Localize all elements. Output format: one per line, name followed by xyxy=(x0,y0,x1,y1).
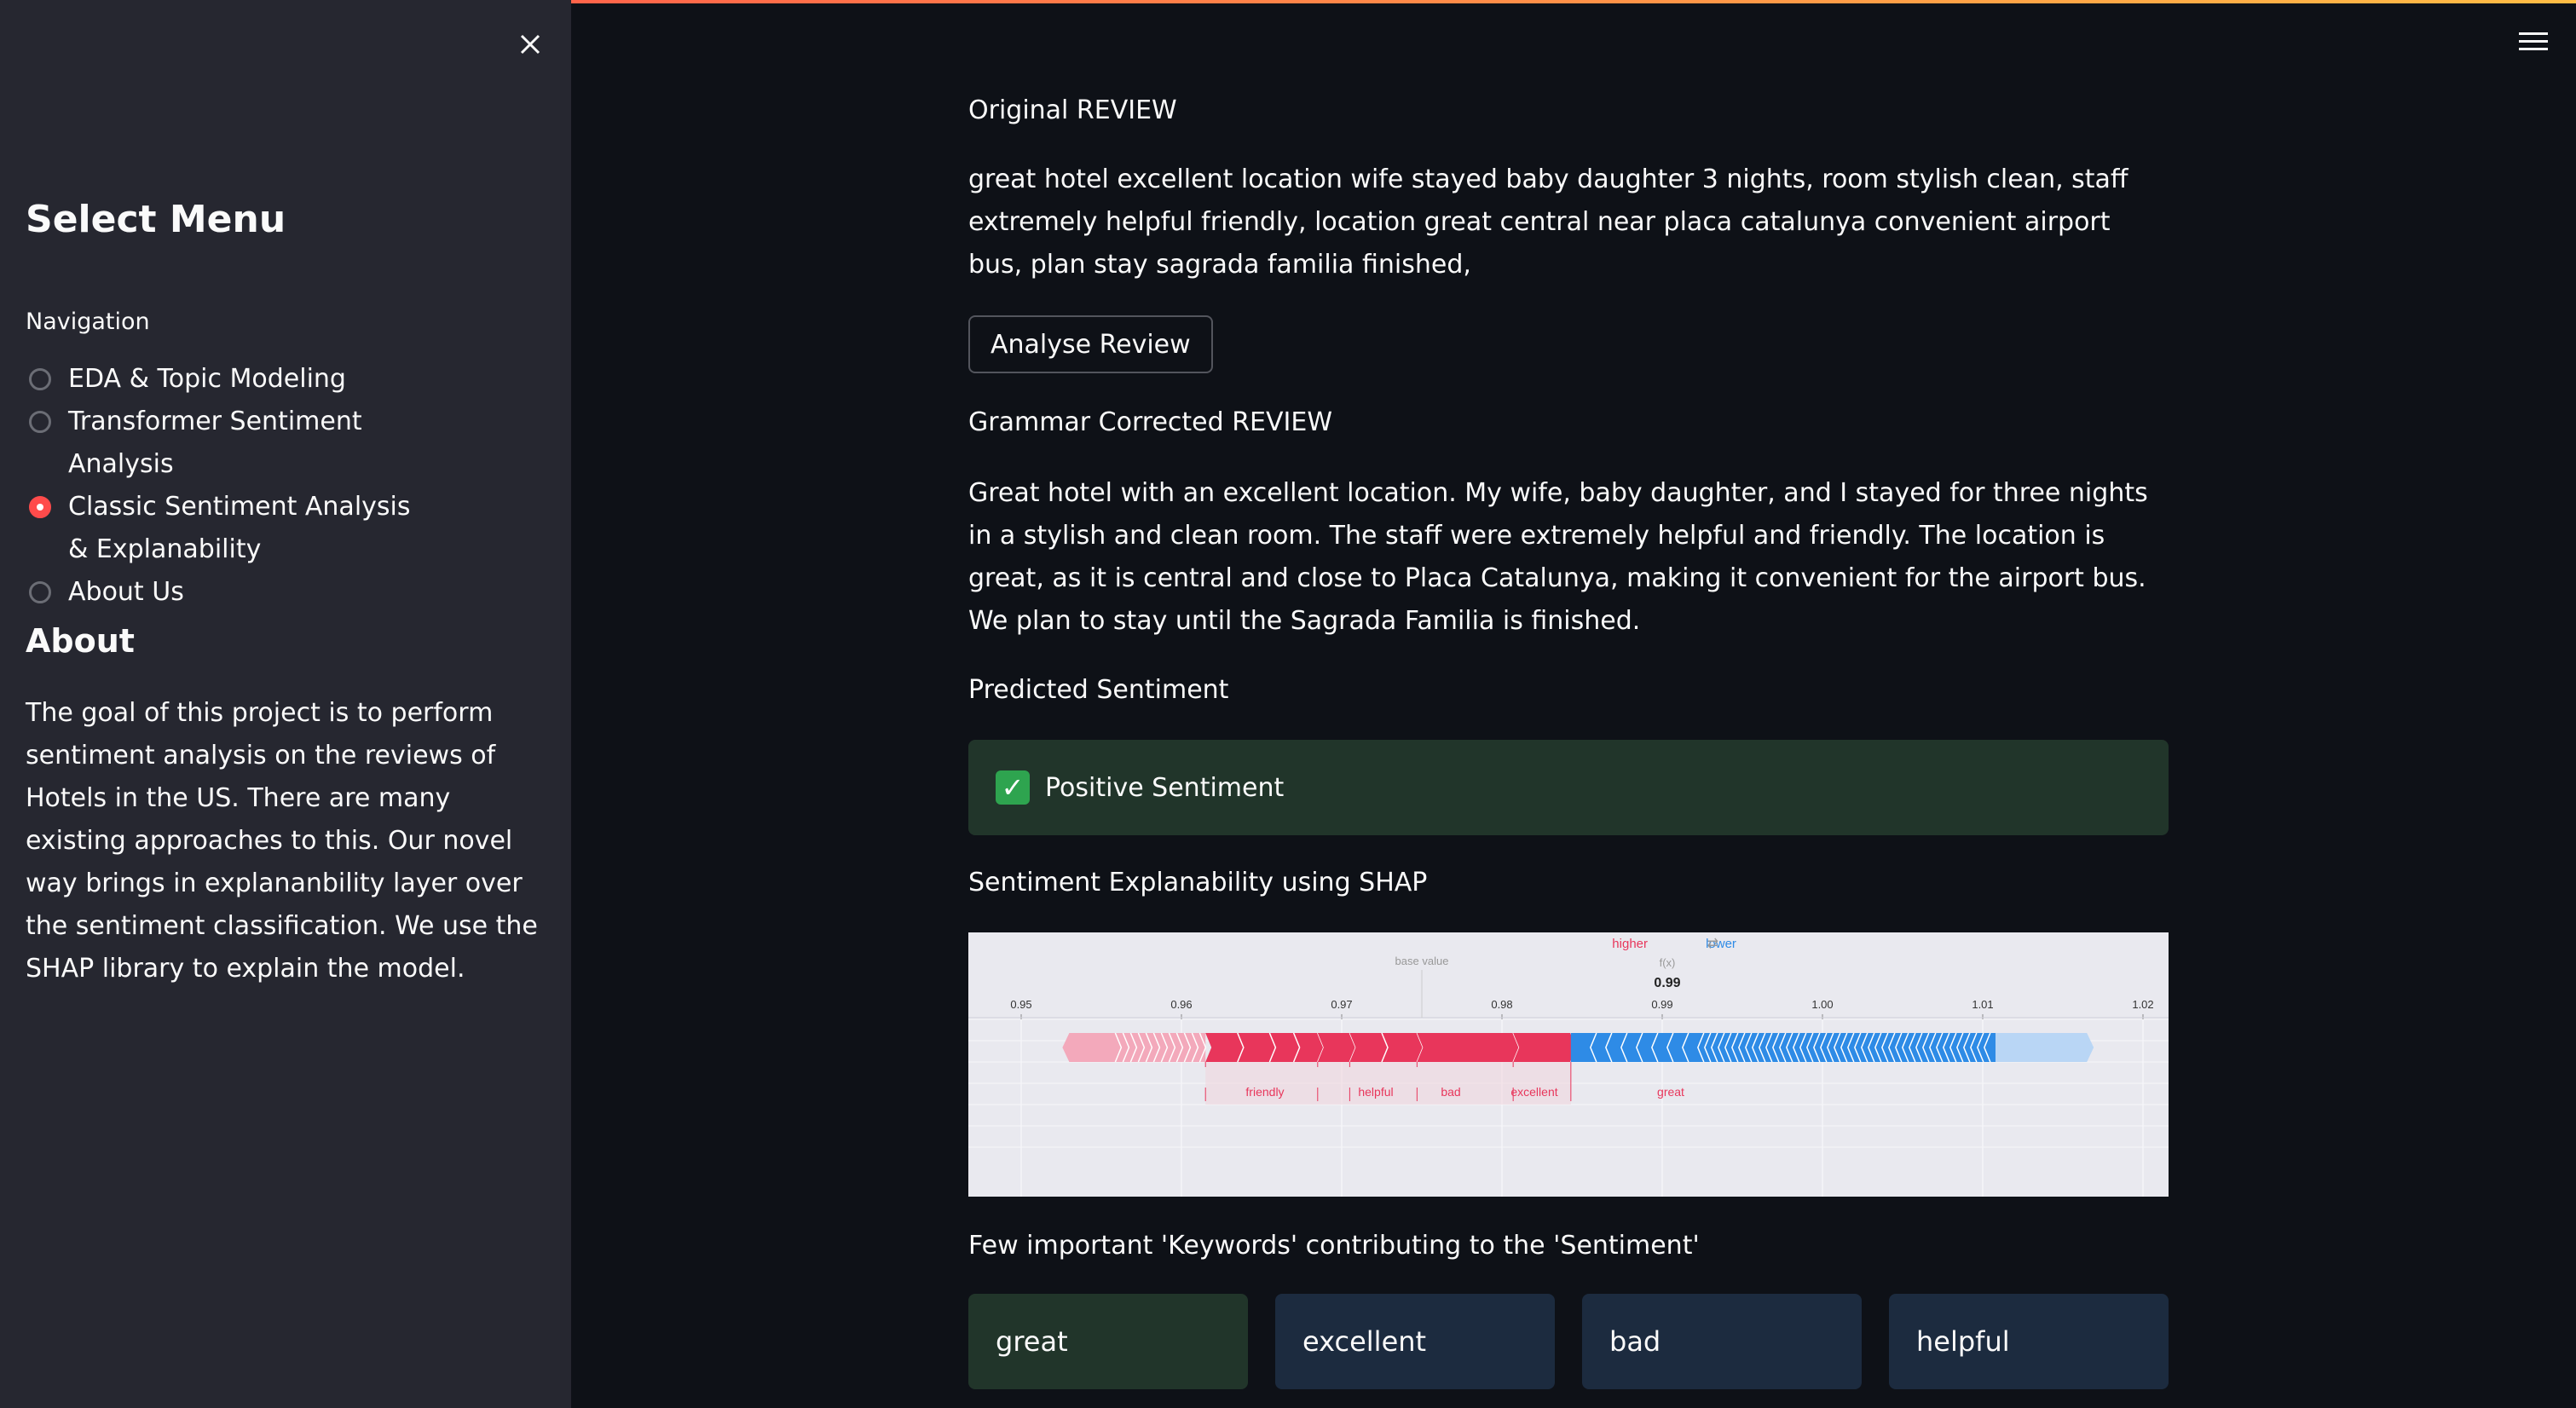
keyword-card: bad xyxy=(1582,1294,1862,1389)
radio-unselected-icon[interactable] xyxy=(29,368,51,390)
keywords-label: Few important 'Keywords' contributing to… xyxy=(968,1231,1700,1261)
radio-unselected-icon[interactable] xyxy=(29,581,51,603)
hamburger-menu-icon xyxy=(2519,32,2548,50)
positive-feature-bar xyxy=(1417,1033,1520,1062)
tick-label: 1.01 xyxy=(1972,998,1993,1011)
shap-label: Sentiment Explanability using SHAP xyxy=(968,868,1428,897)
base-value-label: base value xyxy=(1395,955,1449,967)
nav-option-about-us[interactable]: About Us xyxy=(26,571,554,614)
nav-option-classic[interactable]: Classic Sentiment Analysis & Explanabili… xyxy=(26,486,554,571)
navigation-radio-group: EDA & Topic Modeling Transformer Sentime… xyxy=(26,358,554,614)
sidebar-title: Select Menu xyxy=(26,198,286,241)
tick-label: 0.96 xyxy=(1170,998,1192,1011)
sidebar: Select Menu Navigation EDA & Topic Model… xyxy=(0,0,571,1408)
fx-value: 0.99 xyxy=(1654,976,1680,990)
check-mark-icon: ✓ xyxy=(996,770,1030,805)
feature-label: great xyxy=(1657,1085,1684,1099)
sentiment-result-box: ✓ Positive Sentiment xyxy=(968,740,2169,835)
grammar-corrected-label: Grammar Corrected REVIEW xyxy=(968,407,1332,437)
direction-arrows-icon: ⇄ xyxy=(1707,937,1718,951)
close-sidebar-button[interactable] xyxy=(511,26,549,63)
nav-option-transformer[interactable]: Transformer Sentiment Analysis xyxy=(26,401,554,486)
main-menu-button[interactable] xyxy=(2519,31,2548,53)
feature-label: excellent xyxy=(1510,1085,1557,1099)
sentiment-result-text: Positive Sentiment xyxy=(1045,772,1285,803)
close-icon xyxy=(520,34,540,55)
about-text: The goal of this project is to perform s… xyxy=(26,698,538,984)
original-review-label: Original REVIEW xyxy=(968,95,1177,125)
about-heading: About xyxy=(26,622,135,660)
positive-feature-bar xyxy=(1349,1033,1424,1062)
analyse-review-button[interactable]: Analyse Review xyxy=(968,315,1213,373)
tick-label: 0.99 xyxy=(1651,998,1672,1011)
original-review-text: great hotel excellent location wife stay… xyxy=(968,164,2128,280)
positive-feature-bar xyxy=(1205,1033,1324,1062)
positive-feature-bar xyxy=(1513,1033,1577,1062)
positive-fade-segment xyxy=(1062,1033,1206,1062)
feature-label: friendly xyxy=(1245,1085,1284,1099)
nav-option-label: Transformer Sentiment Analysis xyxy=(68,407,362,479)
radio-unselected-icon[interactable] xyxy=(29,411,51,433)
predicted-sentiment-label: Predicted Sentiment xyxy=(968,675,1229,705)
feature-label: bad xyxy=(1441,1085,1460,1099)
nav-option-label: About Us xyxy=(68,577,184,607)
keyword-card: excellent xyxy=(1275,1294,1555,1389)
nav-option-eda[interactable]: EDA & Topic Modeling xyxy=(26,358,554,401)
higher-label: higher xyxy=(1612,937,1648,951)
shap-force-plot-svg: 0.95 0.96 0.97 0.98 0.99 1.00 1.01 1.02 higher … xyxy=(968,932,2169,1197)
keywords-row: great excellent bad helpful xyxy=(968,1294,2169,1389)
navigation-label: Navigation xyxy=(26,309,150,335)
tick-label: 0.97 xyxy=(1331,998,1352,1011)
fx-label: f(x) xyxy=(1660,956,1676,969)
keyword-card: great xyxy=(968,1294,1248,1389)
nav-option-label: Classic Sentiment Analysis & Explanabili… xyxy=(68,492,411,564)
tick-label: 0.95 xyxy=(1010,998,1031,1011)
nav-option-label: EDA & Topic Modeling xyxy=(68,364,346,394)
tick-label: 0.98 xyxy=(1491,998,1512,1011)
radio-selected-icon[interactable] xyxy=(29,496,51,518)
tick-label: 1.00 xyxy=(1811,998,1833,1011)
keyword-card: helpful xyxy=(1889,1294,2169,1389)
grammar-corrected-text: Great hotel with an excellent location. … xyxy=(968,478,2148,636)
shap-force-plot: 0.95 0.96 0.97 0.98 0.99 1.00 1.01 1.02 higher … xyxy=(968,932,2169,1197)
feature-label: helpful xyxy=(1358,1085,1393,1099)
negative-fade-segment xyxy=(1996,1033,2094,1062)
tick-label: 1.02 xyxy=(2132,998,2153,1011)
